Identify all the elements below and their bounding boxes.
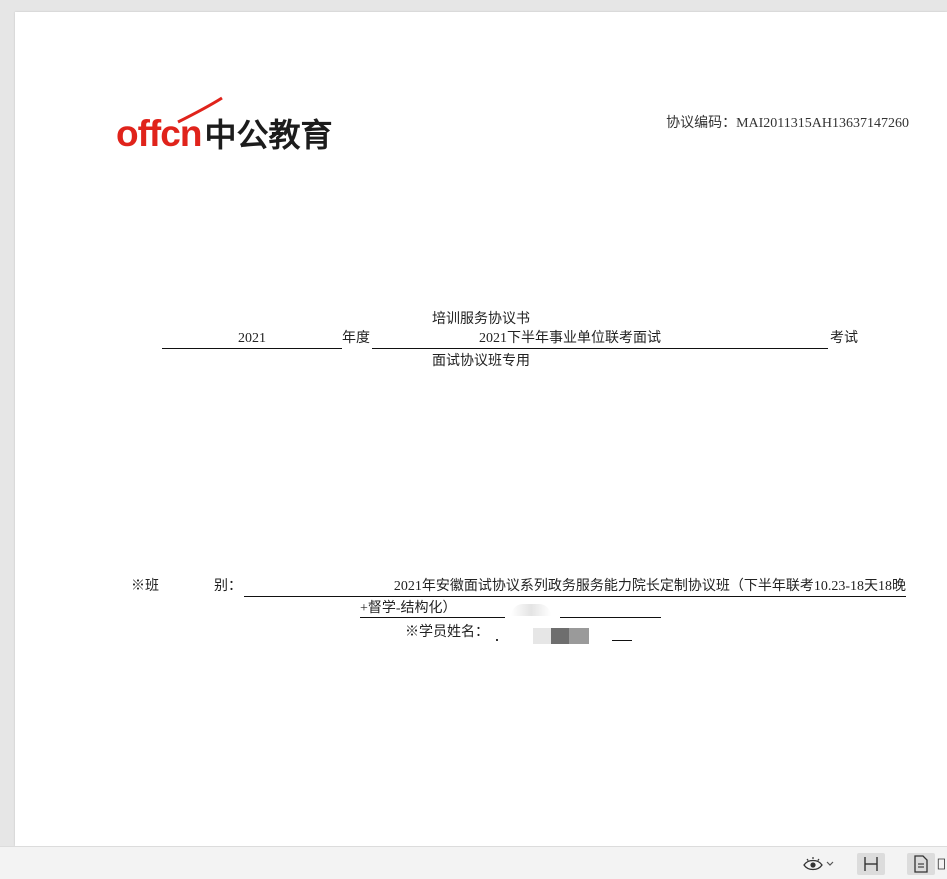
class-underline-b	[560, 617, 661, 618]
student-name-label: ※学员姓名：	[405, 625, 489, 640]
eye-icon	[802, 857, 823, 871]
fit-width-button[interactable]	[857, 853, 885, 875]
document-subtitle: 面试协议班专用	[432, 354, 530, 369]
class-underline-a	[360, 617, 505, 618]
class-value-line2: +督学-结构化）	[360, 601, 457, 616]
status-bar	[0, 846, 947, 879]
fit-width-icon	[864, 857, 878, 871]
document-viewer: offcn 中公教育 协议编码：MAI2011315AH13637147260 …	[0, 0, 947, 879]
single-page-button[interactable]	[907, 853, 935, 875]
redacted-name-block-3	[569, 628, 589, 644]
year-field: 2021	[162, 330, 342, 349]
document-page: offcn 中公教育 协议编码：MAI2011315AH13637147260 …	[15, 12, 947, 846]
name-underline	[612, 640, 632, 641]
eye-protection-button[interactable]	[800, 853, 836, 875]
protocol-code: 协议编码：MAI2011315AH13637147260	[666, 116, 909, 131]
offcn-logo: offcn 中公教育	[116, 96, 332, 152]
exam-field: 2021下半年事业单位联考面试	[372, 330, 828, 349]
redacted-name-block-1	[533, 628, 551, 644]
single-page-icon	[914, 855, 928, 873]
name-dot	[496, 639, 498, 641]
class-label-part1: ※班	[131, 579, 159, 594]
exam-field-text: 2021下半年事业单位联考面试	[479, 331, 661, 346]
chevron-down-icon	[826, 861, 833, 866]
exam-suffix: 考试	[830, 331, 858, 346]
logo-swoosh-icon	[177, 96, 223, 124]
page-view-button[interactable]	[937, 853, 947, 875]
redaction-smudge	[511, 604, 551, 616]
redacted-name-block-2	[551, 628, 569, 644]
class-label-part2: 别：	[214, 579, 242, 594]
year-suffix: 年度	[342, 331, 370, 346]
page-view-icon	[937, 858, 945, 870]
class-value-line1: 2021年安徽面试协议系列政务服务能力院长定制协议班（下半年联考10.23-18…	[244, 578, 906, 597]
document-title: 培训服务协议书	[432, 312, 530, 327]
